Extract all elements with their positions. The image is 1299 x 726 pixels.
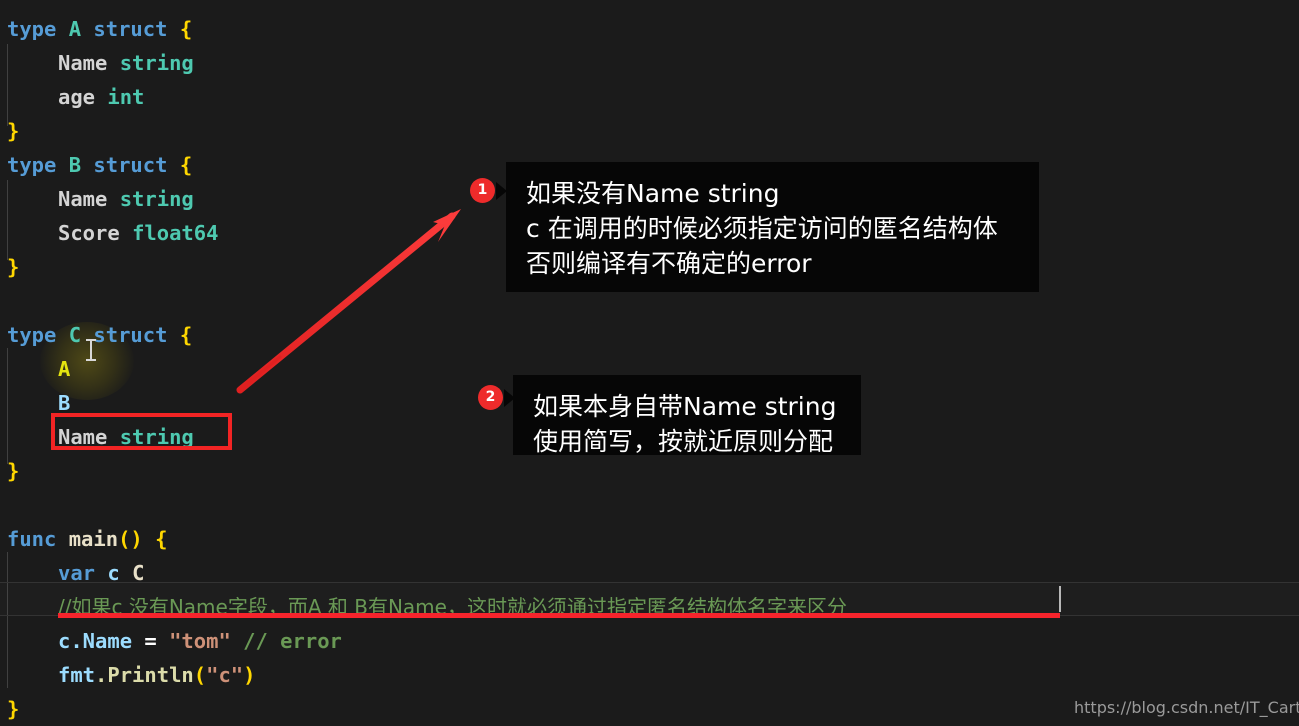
code-token: ( — [193, 663, 207, 687]
code-token: Name — [58, 187, 108, 211]
annotation-badge-1: 1 — [470, 178, 495, 203]
code-line-2[interactable]: Name string — [0, 46, 1299, 80]
watermark-text: https://blog.csdn.net/IT_Carter — [1074, 698, 1299, 717]
code-line-16[interactable]: func main() { — [0, 522, 1299, 556]
code-token: C — [132, 561, 145, 585]
code-token: { — [155, 527, 168, 551]
code-token: { — [179, 17, 193, 41]
code-line-14[interactable]: } — [0, 454, 1299, 488]
code-line-17[interactable]: var c C — [0, 556, 1299, 590]
code-token: { — [179, 323, 193, 347]
code-token: B — [58, 391, 71, 415]
code-token: = — [144, 629, 157, 653]
code-line-4[interactable]: } — [0, 114, 1299, 148]
code-token: { — [179, 153, 193, 177]
code-token: Name — [58, 51, 108, 75]
code-token: type — [7, 153, 69, 177]
code-token: float64 — [132, 221, 219, 245]
code-line-19[interactable]: c.Name = "tom" // error — [0, 624, 1299, 658]
code-token: B — [68, 153, 82, 177]
code-token: var — [58, 561, 96, 585]
code-line-1[interactable]: type A struct { — [0, 12, 1299, 46]
red-underline — [58, 613, 1060, 618]
code-token: c — [107, 561, 120, 585]
code-line-10[interactable]: type C struct { — [0, 318, 1299, 352]
code-token: string — [119, 51, 194, 75]
code-token: ) — [243, 663, 256, 687]
code-token: struct — [93, 323, 168, 347]
red-highlight-box — [51, 413, 232, 450]
code-token: fmt — [58, 663, 96, 687]
code-line-18[interactable]: //如果c 没有Name字段，而A 和 B有Name，这时就必须通过指定匿名结构… — [0, 590, 1299, 624]
annotation-note-2: 如果本身自带Name string 使用简写，按就近原则分配 — [513, 375, 861, 456]
code-token: } — [7, 119, 20, 143]
code-token: string — [119, 187, 194, 211]
annotation-badge-2: 2 — [478, 385, 503, 410]
code-token: c — [58, 629, 71, 653]
annotation-note-1: 如果没有Name string c 在调用的时候必须指定访问的匿名结构体 否则编… — [506, 162, 1039, 292]
code-token: Score — [58, 221, 120, 245]
code-token: "c" — [206, 663, 244, 687]
code-token: .Println — [95, 663, 194, 687]
code-token: int — [107, 85, 145, 109]
code-token: struct — [93, 153, 168, 177]
code-token: A — [68, 17, 82, 41]
code-token: // error — [243, 629, 342, 653]
text-cursor — [1059, 586, 1061, 612]
screenshot-root: type A struct {Name string age int} type B… — [0, 0, 1299, 726]
code-token: "tom" — [169, 629, 231, 653]
code-line-3[interactable]: age int — [0, 80, 1299, 114]
code-token: } — [7, 459, 20, 483]
code-line-15[interactable] — [0, 488, 1299, 522]
code-line-20[interactable]: fmt.Println("c") — [0, 658, 1299, 692]
code-token: A — [58, 357, 71, 381]
code-token: type — [7, 17, 69, 41]
code-editor[interactable]: type A struct {Name string age int} type B… — [0, 0, 1299, 726]
code-token: func — [7, 527, 69, 551]
code-token: } — [7, 255, 20, 279]
code-token: .Name — [70, 629, 133, 653]
code-token: C — [68, 323, 82, 347]
code-token: age — [58, 85, 96, 109]
code-token: type — [7, 323, 69, 347]
code-token: } — [7, 697, 20, 721]
code-token: struct — [93, 17, 168, 41]
code-token: main — [68, 527, 119, 551]
mouse-ibeam-pointer — [86, 339, 96, 361]
code-token: () — [118, 527, 143, 551]
